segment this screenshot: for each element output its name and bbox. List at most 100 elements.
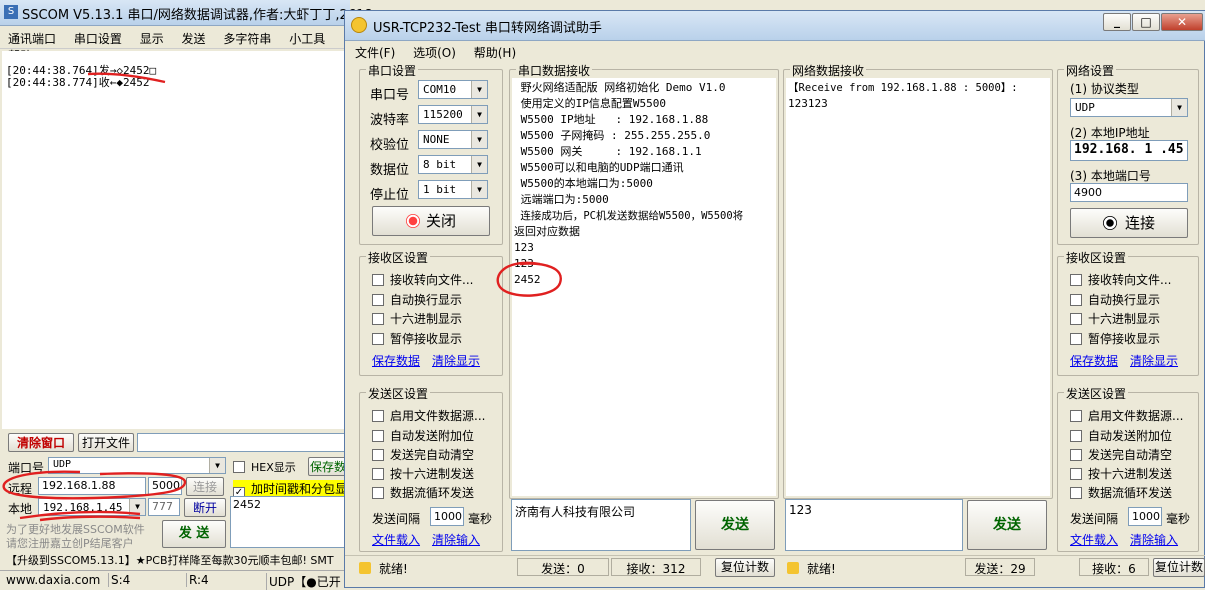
protocol-label: (1) 协议类型 xyxy=(1070,82,1139,96)
usr-menu-options[interactable]: 选项(O) xyxy=(413,46,456,60)
parity-select[interactable]: NONE ▼ xyxy=(418,130,488,149)
serial-recv-line: 123 xyxy=(514,257,534,270)
net-clear-input-link[interactable]: 清除输入 xyxy=(1130,531,1178,548)
serial-file-load-link[interactable]: 文件载入 xyxy=(372,531,420,548)
sscom-status-recv: R:4 xyxy=(186,573,209,587)
net-hex-display-checkbox[interactable]: 十六进制显示 xyxy=(1070,310,1160,327)
sscom-menu-serial[interactable]: 串口设置 xyxy=(74,32,122,46)
sscom-status-site[interactable]: www.daxia.com xyxy=(6,573,100,587)
serial-recv-line: W5500 子网掩码 : 255.255.255.0 xyxy=(514,129,711,142)
net-save-data-link[interactable]: 保存数据 xyxy=(1070,352,1118,369)
net-file-source-checkbox[interactable]: 启用文件数据源... xyxy=(1070,407,1183,424)
hex-display-checkbox[interactable]: 十六进制显示 xyxy=(372,310,462,327)
sscom-hex-checkbox[interactable]: HEX显示 xyxy=(233,459,296,475)
sscom-disconnect-button[interactable]: 断开 xyxy=(184,498,226,517)
net-send-input[interactable]: 123 xyxy=(785,499,963,551)
net-auto-clear-checkbox[interactable]: 发送完自动清空 xyxy=(1070,446,1172,463)
serial-recv-line: W5500 IP地址 : 192.168.1.88 xyxy=(514,113,709,126)
maximize-icon[interactable]: □ xyxy=(1132,13,1160,31)
sscom-menu-multistr[interactable]: 多字符串 xyxy=(223,32,271,46)
sscom-open-file-button[interactable]: 打开文件 xyxy=(78,433,134,452)
chevron-down-icon[interactable]: ▼ xyxy=(1171,99,1187,116)
reset-count-left-button[interactable]: 复位计数 xyxy=(715,558,775,577)
sscom-save-button[interactable]: 保存数 xyxy=(308,457,348,476)
hex-send-checkbox[interactable]: 按十六进制发送 xyxy=(372,465,474,482)
sscom-banner[interactable]: 【升级到SSCOM5.13.1】★PCB打样降至每款30元顺丰包邮! SMT xyxy=(6,552,350,568)
net-auto-append-checkbox[interactable]: 自动发送附加位 xyxy=(1070,427,1172,444)
chevron-down-icon[interactable]: ▼ xyxy=(471,181,487,198)
net-file-load-link[interactable]: 文件载入 xyxy=(1070,531,1118,548)
stopbits-select[interactable]: 1 bit ▼ xyxy=(418,180,488,199)
minimize-icon[interactable]: _ xyxy=(1103,13,1131,31)
sscom-log-area[interactable]: [20:44:38.764]发→◇2452□ [20:44:38.774]收←◆… xyxy=(2,51,345,429)
usr-menu-help[interactable]: 帮助(H) xyxy=(474,46,516,60)
net-loop-send-checkbox[interactable]: 数据流循环发送 xyxy=(1070,484,1172,501)
sscom-window: S SSCOM V5.13.1 串口/网络数据调试器,作者:大虾丁丁,2618 … xyxy=(0,0,373,590)
sscom-clear-button[interactable]: 清除窗口 xyxy=(8,433,74,452)
reset-count-right-button[interactable]: 复位计数 xyxy=(1153,558,1205,577)
sscom-local-port-input[interactable]: 777 xyxy=(148,498,180,516)
sscom-menu-display[interactable]: 显示 xyxy=(140,32,164,46)
sscom-menu-send[interactable]: 发送 xyxy=(182,32,206,46)
serial-recv-settings-title: 接收区设置 xyxy=(366,249,431,266)
serial-clear-input-link[interactable]: 清除输入 xyxy=(432,531,480,548)
baud-select[interactable]: 115200 ▼ xyxy=(418,105,488,124)
sscom-send-button[interactable]: 发 送 xyxy=(162,520,226,548)
net-clear-display-link[interactable]: 清除显示 xyxy=(1130,352,1178,369)
net-auto-wrap-label: 自动换行显示 xyxy=(1088,293,1161,307)
chevron-down-icon[interactable]: ▼ xyxy=(129,499,145,515)
chevron-down-icon[interactable]: ▼ xyxy=(471,81,487,98)
sscom-remote-port-input[interactable]: 5000 xyxy=(148,477,182,495)
local-port-input[interactable]: 4900 xyxy=(1070,183,1188,202)
databits-select[interactable]: 8 bit ▼ xyxy=(418,155,488,174)
sscom-local-ip-select[interactable]: 192.168.1.45 ▼ xyxy=(38,498,146,516)
com-port-select[interactable]: COM10 ▼ xyxy=(418,80,488,99)
send-interval-input[interactable]: 1000 xyxy=(430,507,464,526)
file-source-label: 启用文件数据源... xyxy=(390,409,486,423)
sscom-remote-ip-input[interactable]: 192.168.1.88 xyxy=(38,477,146,495)
sscom-file-path[interactable] xyxy=(137,433,347,452)
sscom-menu-tools[interactable]: 小工具 xyxy=(289,32,325,46)
serial-close-label: 关闭 xyxy=(425,212,456,230)
net-connect-button[interactable]: 连接 xyxy=(1070,208,1188,238)
auto-wrap-checkbox[interactable]: 自动换行显示 xyxy=(372,291,462,308)
close-icon[interactable]: ✕ xyxy=(1161,13,1203,31)
serial-close-button[interactable]: 关闭 xyxy=(372,206,490,236)
sscom-connect-button[interactable]: 连接 xyxy=(186,477,224,496)
chevron-down-icon[interactable]: ▼ xyxy=(471,156,487,173)
net-pause-recv-checkbox[interactable]: 暂停接收显示 xyxy=(1070,330,1160,347)
usr-menu-file[interactable]: 文件(F) xyxy=(355,46,395,60)
file-source-checkbox[interactable]: 启用文件数据源... xyxy=(372,407,485,424)
auto-append-checkbox[interactable]: 自动发送附加位 xyxy=(372,427,474,444)
serial-send-button[interactable]: 发送 xyxy=(695,500,775,550)
protocol-select[interactable]: UDP ▼ xyxy=(1070,98,1188,117)
sscom-port-select[interactable]: UDP ▼ xyxy=(48,457,226,474)
status-recv-right: 接收：6 xyxy=(1079,558,1149,576)
serial-clear-display-link[interactable]: 清除显示 xyxy=(432,352,480,369)
serial-recv-area[interactable]: 野火网络适配版 网络初始化 Demo V1.0 使用定义的IP信息配置W5500… xyxy=(512,78,776,496)
net-send-interval-input[interactable]: 1000 xyxy=(1128,507,1162,526)
sscom-send-input[interactable]: 2452 xyxy=(230,496,348,548)
chevron-down-icon[interactable]: ▼ xyxy=(209,458,225,473)
net-recv-to-file-checkbox[interactable]: 接收转向文件... xyxy=(1070,271,1171,288)
pause-recv-checkbox[interactable]: 暂停接收显示 xyxy=(372,330,462,347)
local-ip-input[interactable]: 192.168. 1 .45 xyxy=(1070,140,1188,161)
auto-clear-checkbox[interactable]: 发送完自动清空 xyxy=(372,446,474,463)
chevron-down-icon[interactable]: ▼ xyxy=(471,131,487,148)
sscom-app-icon: S xyxy=(4,5,18,19)
net-send-button[interactable]: 发送 xyxy=(967,500,1047,550)
net-auto-wrap-checkbox[interactable]: 自动换行显示 xyxy=(1070,291,1160,308)
serial-save-data-link[interactable]: 保存数据 xyxy=(372,352,420,369)
serial-recv-line: 连接成功后，PC机发送数据给W5500，W5500将 xyxy=(514,210,744,222)
status-send-right: 发送：29 xyxy=(965,558,1035,576)
sscom-port-value: UDP xyxy=(53,459,72,470)
net-recv-area[interactable]: 【Receive from 192.168.1.88 : 5000】: 1231… xyxy=(786,78,1050,496)
sscom-local-port: 777 xyxy=(152,500,173,513)
loop-send-checkbox[interactable]: 数据流循环发送 xyxy=(372,484,474,501)
sscom-menu-port[interactable]: 通讯端口 xyxy=(8,32,56,46)
recv-to-file-checkbox[interactable]: 接收转向文件... xyxy=(372,271,473,288)
serial-send-input[interactable]: 济南有人科技有限公司 xyxy=(511,499,691,551)
chevron-down-icon[interactable]: ▼ xyxy=(471,106,487,123)
net-hex-send-checkbox[interactable]: 按十六进制发送 xyxy=(1070,465,1172,482)
net-send-text: 123 xyxy=(789,503,812,517)
